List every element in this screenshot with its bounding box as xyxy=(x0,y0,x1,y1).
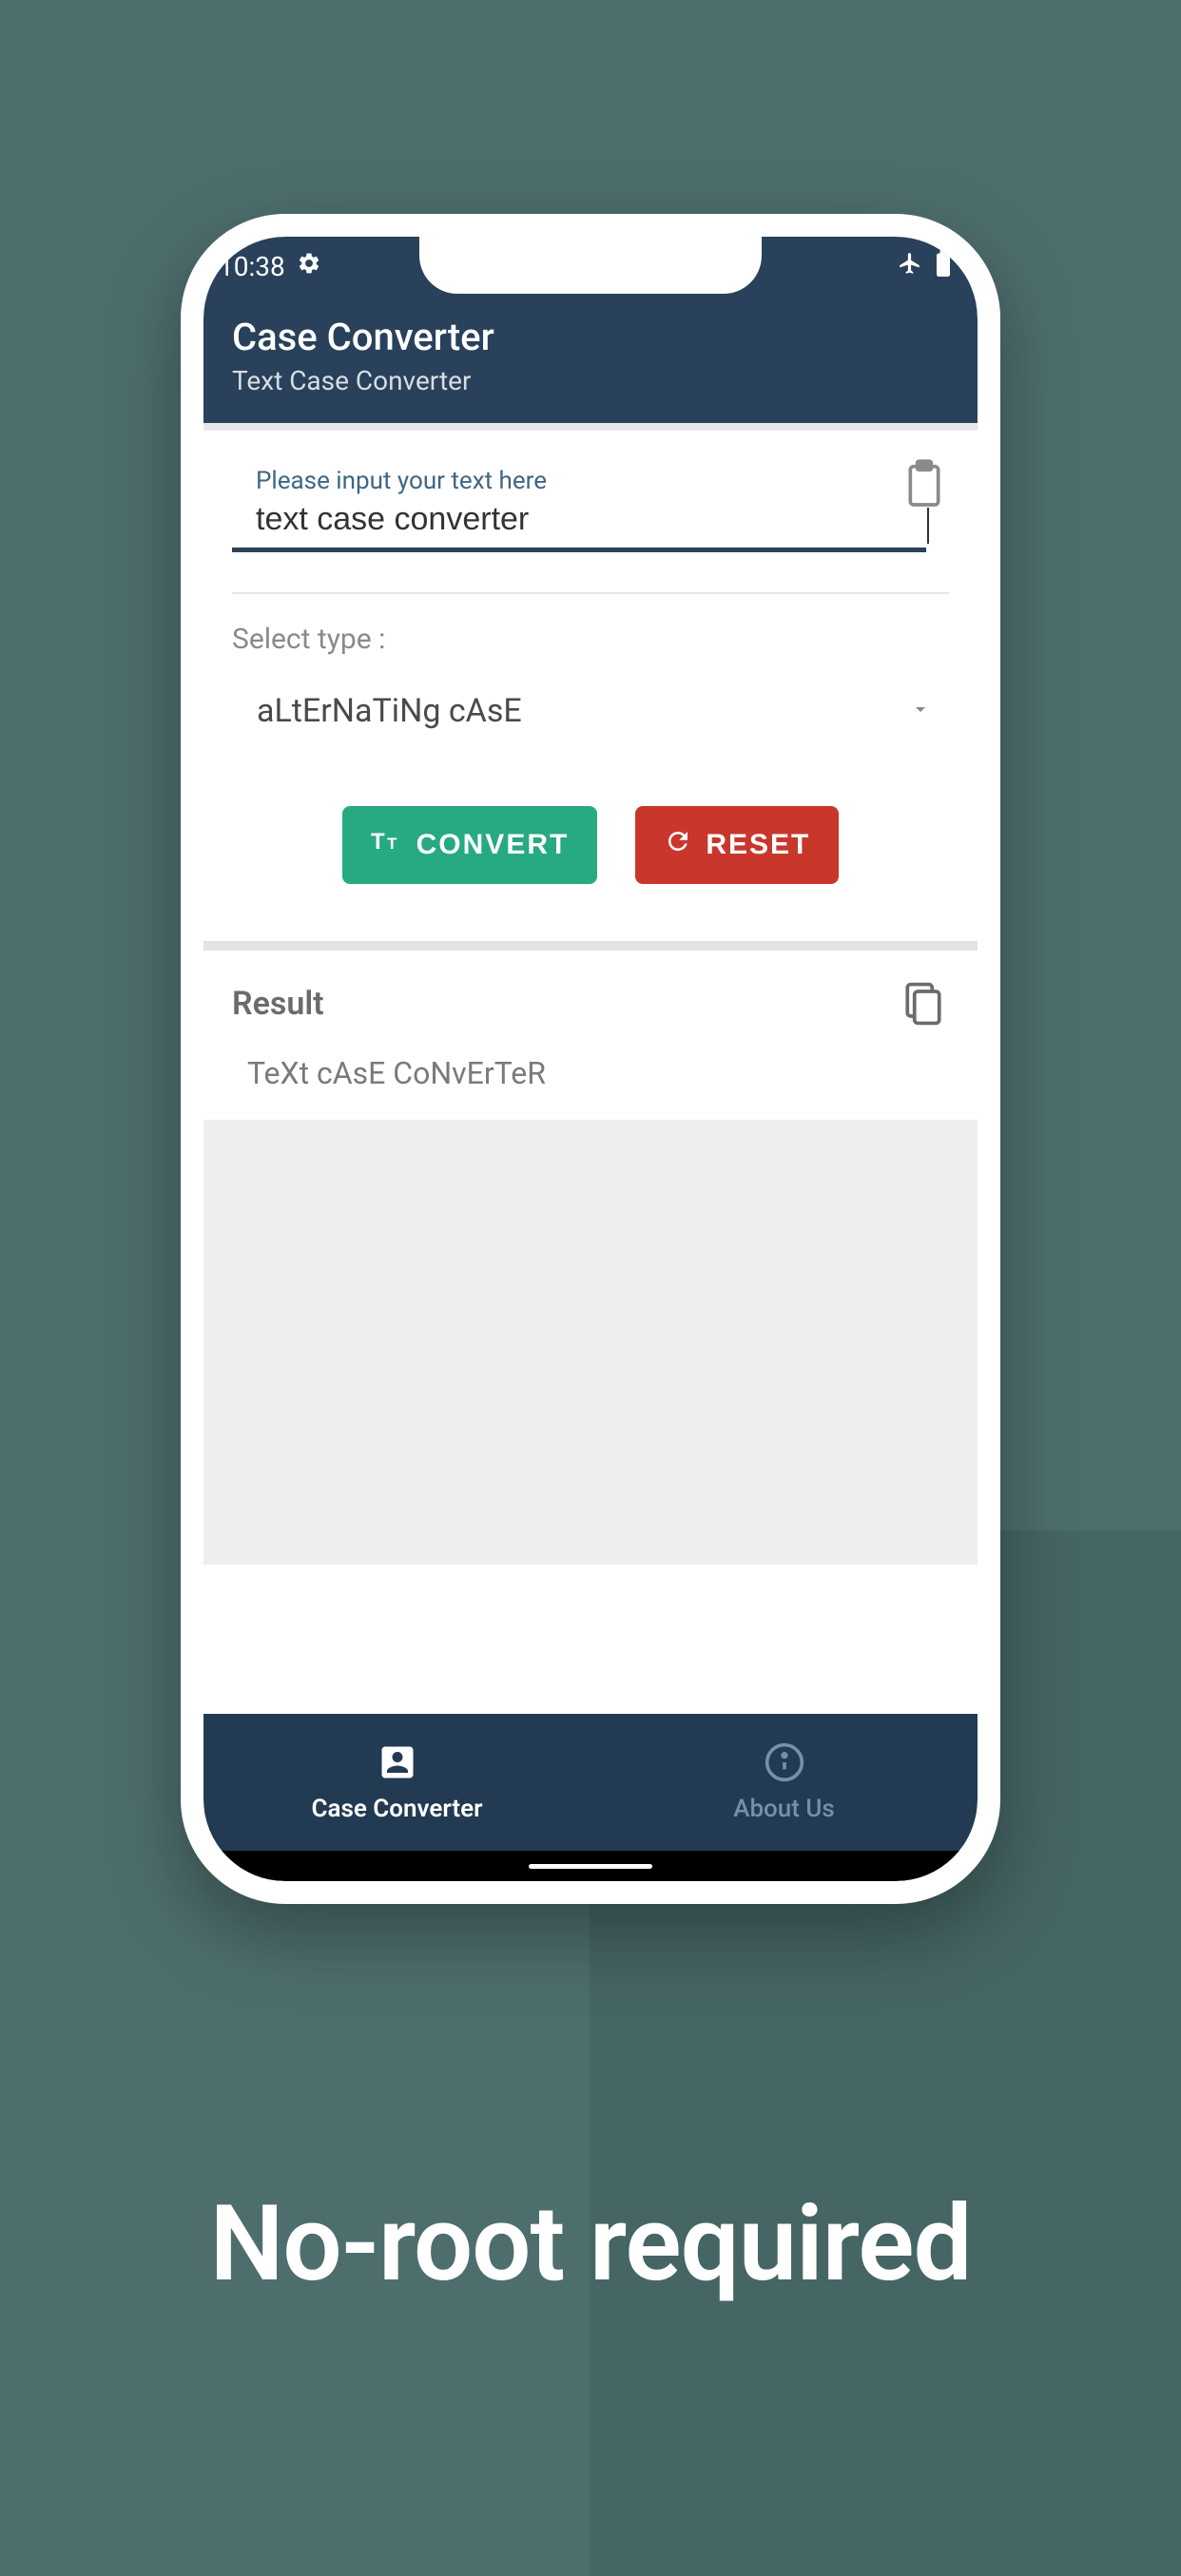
reset-label: RESET xyxy=(706,829,810,861)
app-header: Case Converter Text Case Converter xyxy=(203,296,978,423)
info-icon xyxy=(764,1741,805,1787)
nav-case-converter[interactable]: Case Converter xyxy=(203,1714,590,1851)
nav-label: Case Converter xyxy=(312,1795,483,1823)
text-case-icon: T T xyxy=(371,828,403,862)
status-left: 10:38 xyxy=(219,251,321,282)
convert-label: CONVERT xyxy=(416,829,570,861)
input-section: Please input your text here xyxy=(203,431,978,579)
account-box-icon xyxy=(377,1741,418,1787)
chevron-down-icon xyxy=(909,698,932,724)
home-indicator[interactable] xyxy=(529,1864,652,1869)
text-cursor xyxy=(927,508,929,544)
button-row: T T CONVERT RESET xyxy=(203,753,978,941)
clipboard-icon[interactable] xyxy=(903,459,945,512)
select-label: Select type : xyxy=(232,623,949,656)
svg-text:T: T xyxy=(371,829,387,855)
result-text: TeXt cAsE CoNvErTeR xyxy=(232,1023,949,1101)
phone-screen: 10:38 Case Converter Text Case Converter xyxy=(203,237,978,1881)
reset-button[interactable]: RESET xyxy=(635,806,839,884)
app-title: Case Converter xyxy=(232,315,949,359)
nav-label: About Us xyxy=(733,1795,835,1823)
dropdown-value: aLtErNaTiNg cAsE xyxy=(257,692,522,730)
select-section: Select type : aLtErNaTiNg cAsE xyxy=(203,594,978,753)
nav-about-us[interactable]: About Us xyxy=(590,1714,978,1851)
status-right xyxy=(898,250,951,283)
section-divider xyxy=(203,941,978,951)
text-input-wrapper xyxy=(232,497,949,552)
header-divider xyxy=(203,423,978,431)
status-time: 10:38 xyxy=(219,251,285,282)
type-dropdown[interactable]: aLtErNaTiNg cAsE xyxy=(232,688,949,734)
phone-notch xyxy=(419,237,762,294)
system-nav-bar xyxy=(203,1851,978,1881)
refresh-icon xyxy=(664,827,692,863)
copy-icon[interactable] xyxy=(901,979,945,1032)
result-section: Result TeXt cAsE CoNvErTeR xyxy=(203,951,978,1120)
result-label: Result xyxy=(232,985,949,1023)
input-label: Please input your text here xyxy=(232,467,949,495)
convert-button[interactable]: T T CONVERT xyxy=(342,806,598,884)
app-subtitle: Text Case Converter xyxy=(232,365,949,396)
bottom-nav: Case Converter About Us xyxy=(203,1714,978,1851)
gear-icon xyxy=(297,251,321,282)
battery-icon xyxy=(936,250,951,283)
promo-tagline: No-root required xyxy=(0,2182,1181,2305)
phone-frame: 10:38 Case Converter Text Case Converter xyxy=(181,214,1000,1904)
airplane-icon xyxy=(898,251,922,282)
svg-text:T: T xyxy=(387,835,398,853)
result-area xyxy=(203,1120,978,1565)
text-input[interactable] xyxy=(232,497,926,552)
